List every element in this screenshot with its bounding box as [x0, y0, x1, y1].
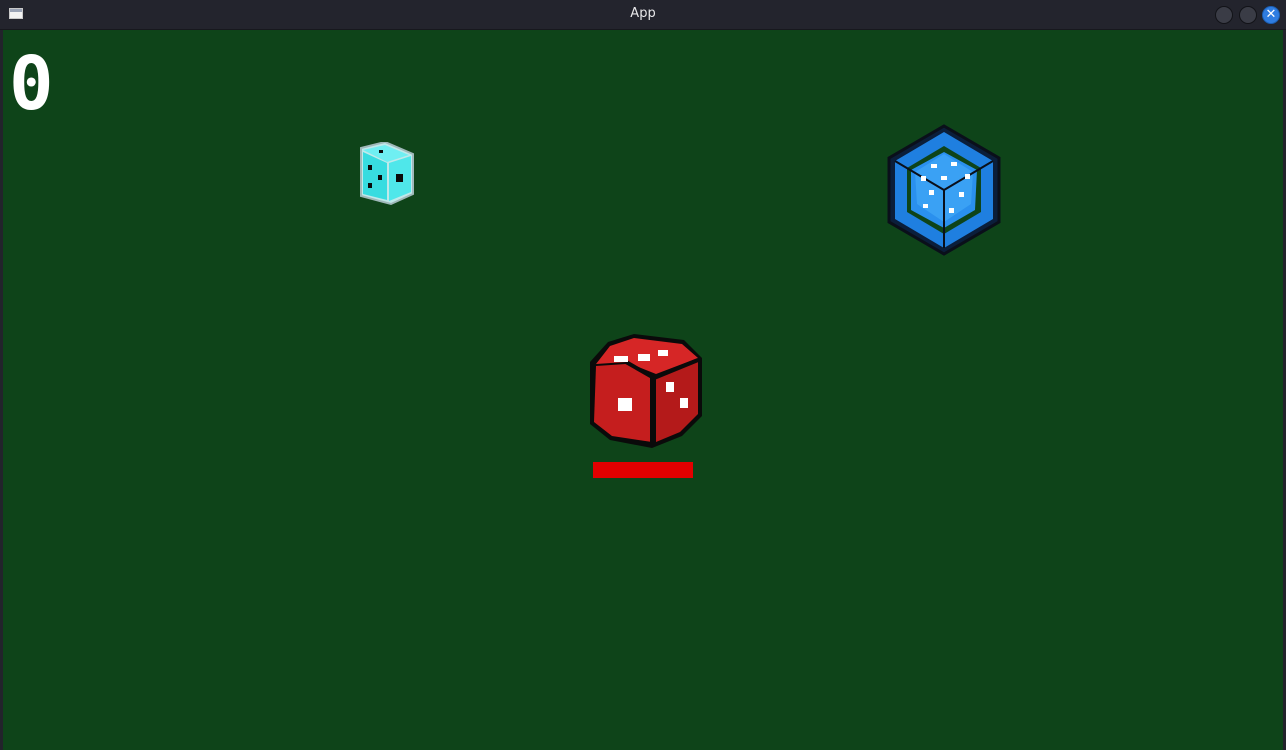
blue-d20-icon [887, 124, 1001, 256]
title-bar[interactable]: App ✕ [0, 0, 1286, 30]
cyan-die-icon [360, 142, 414, 206]
score-counter: 0 [9, 41, 54, 127]
minimize-button[interactable] [1215, 6, 1233, 24]
close-button[interactable]: ✕ [1262, 6, 1280, 24]
red-die-icon [590, 334, 702, 448]
window-title: App [630, 6, 656, 21]
player-health-fill [593, 462, 693, 478]
player-health-bar [593, 462, 693, 478]
game-canvas[interactable]: 0 [3, 30, 1283, 750]
maximize-button[interactable] [1239, 6, 1257, 24]
app-window: App ✕ 0 [0, 0, 1286, 750]
